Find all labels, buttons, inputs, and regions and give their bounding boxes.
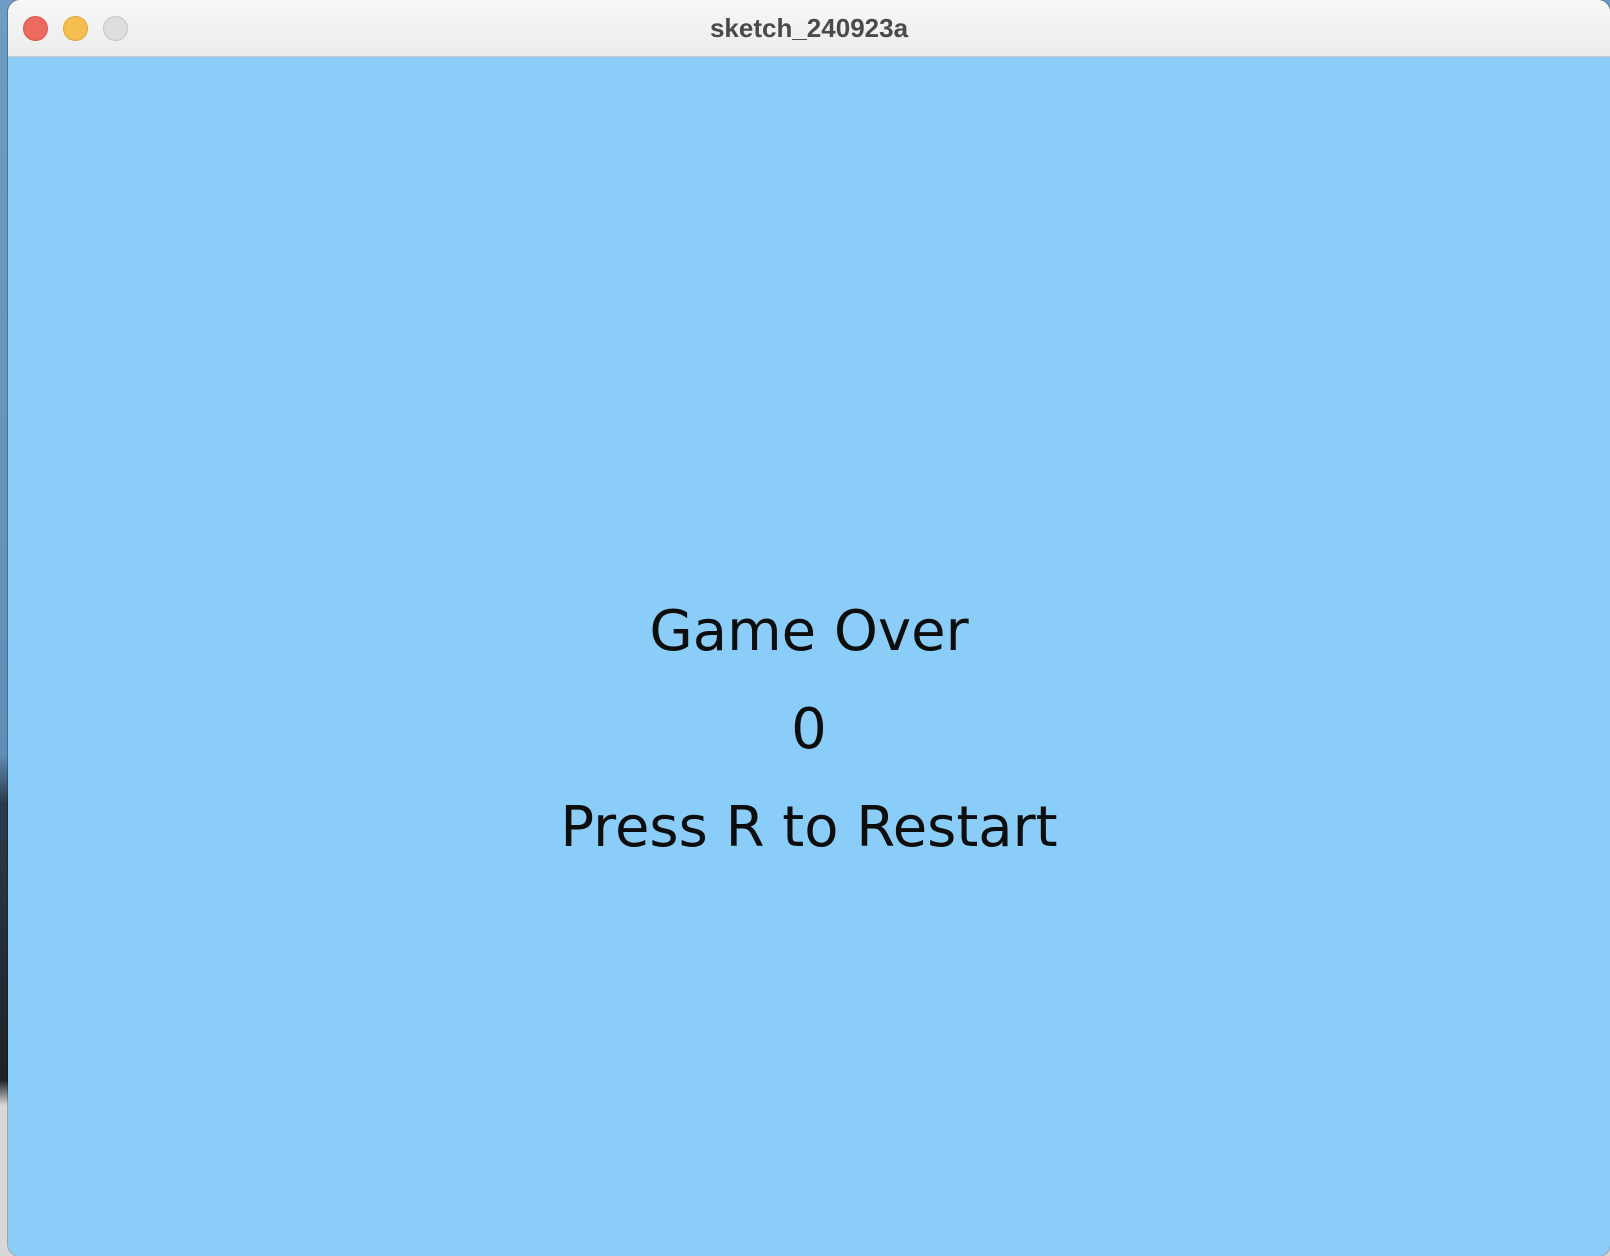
score-value: 0 (791, 697, 827, 762)
restart-hint: Press R to Restart (560, 795, 1058, 860)
window-title: sketch_240923a (709, 13, 909, 43)
sketch-window: sketch_240923a Game Over 0 Press R to Re… (8, 0, 1610, 1256)
window-titlebar[interactable]: sketch_240923a (8, 0, 1610, 57)
game-over-text: Game Over (649, 599, 969, 664)
game-canvas[interactable]: Game Over 0 Press R to Restart (8, 57, 1610, 1256)
